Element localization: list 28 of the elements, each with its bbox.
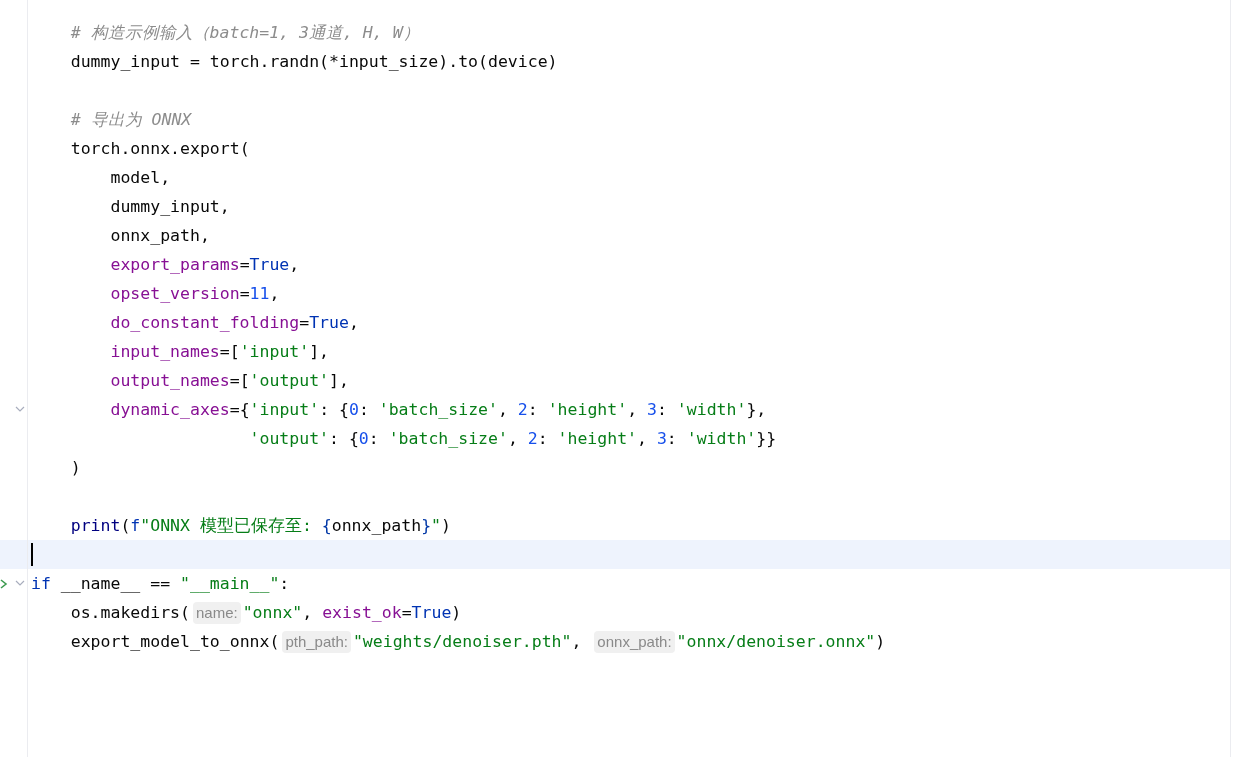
code-text: if __name__ == "__main__": — [31, 574, 290, 593]
code-text: dummy_input, — [110, 197, 230, 216]
parameter-hint: pth_path: — [282, 630, 351, 653]
code-text: dummy_input = torch.randn(*input_size).to(device) — [70, 52, 558, 71]
code-text: "onnx/denoiser.onnx") — [676, 632, 886, 651]
code-text: "onnx", exist_ok=True) — [242, 603, 462, 622]
code-text: print(f"ONNX 模型已保存至: {onnx_path}") — [70, 514, 451, 537]
code-text: dynamic_axes={'input': {0: 'batch_size', 2: 'height', 3: 'width'}, — [110, 400, 767, 419]
code-text: ) — [70, 458, 81, 477]
code-comment: # 构造示例输入（batch=1, 3通道, H, W） — [70, 21, 420, 44]
code-text: do_constant_folding=True, — [110, 313, 359, 332]
code-comment: # 导出为 ONNX — [70, 108, 192, 131]
code-text: input_names=['input'], — [110, 342, 330, 361]
run-icon[interactable] — [0, 579, 8, 589]
fold-chevron-icon[interactable] — [15, 406, 25, 413]
parameter-hint: onnx_path: — [594, 630, 675, 653]
code-text: onnx_path, — [110, 226, 210, 245]
code-text: opset_version=11, — [110, 284, 280, 303]
code-text: 'output': {0: 'batch_size', 2: 'height', 3: 'width'}} — [249, 429, 777, 448]
code-text: "weights/denoiser.pth", — [352, 632, 583, 651]
code-text: os.makedirs( — [70, 603, 190, 622]
fold-chevron-icon[interactable] — [15, 580, 25, 587]
code-text: export_params=True, — [110, 255, 300, 274]
code-text: output_names=['output'], — [110, 371, 349, 390]
code-text: torch.onnx.export( — [70, 139, 250, 158]
code-text: model, — [110, 168, 171, 187]
code-text: export_model_to_onnx( — [70, 632, 280, 651]
parameter-hint: name: — [192, 601, 241, 624]
